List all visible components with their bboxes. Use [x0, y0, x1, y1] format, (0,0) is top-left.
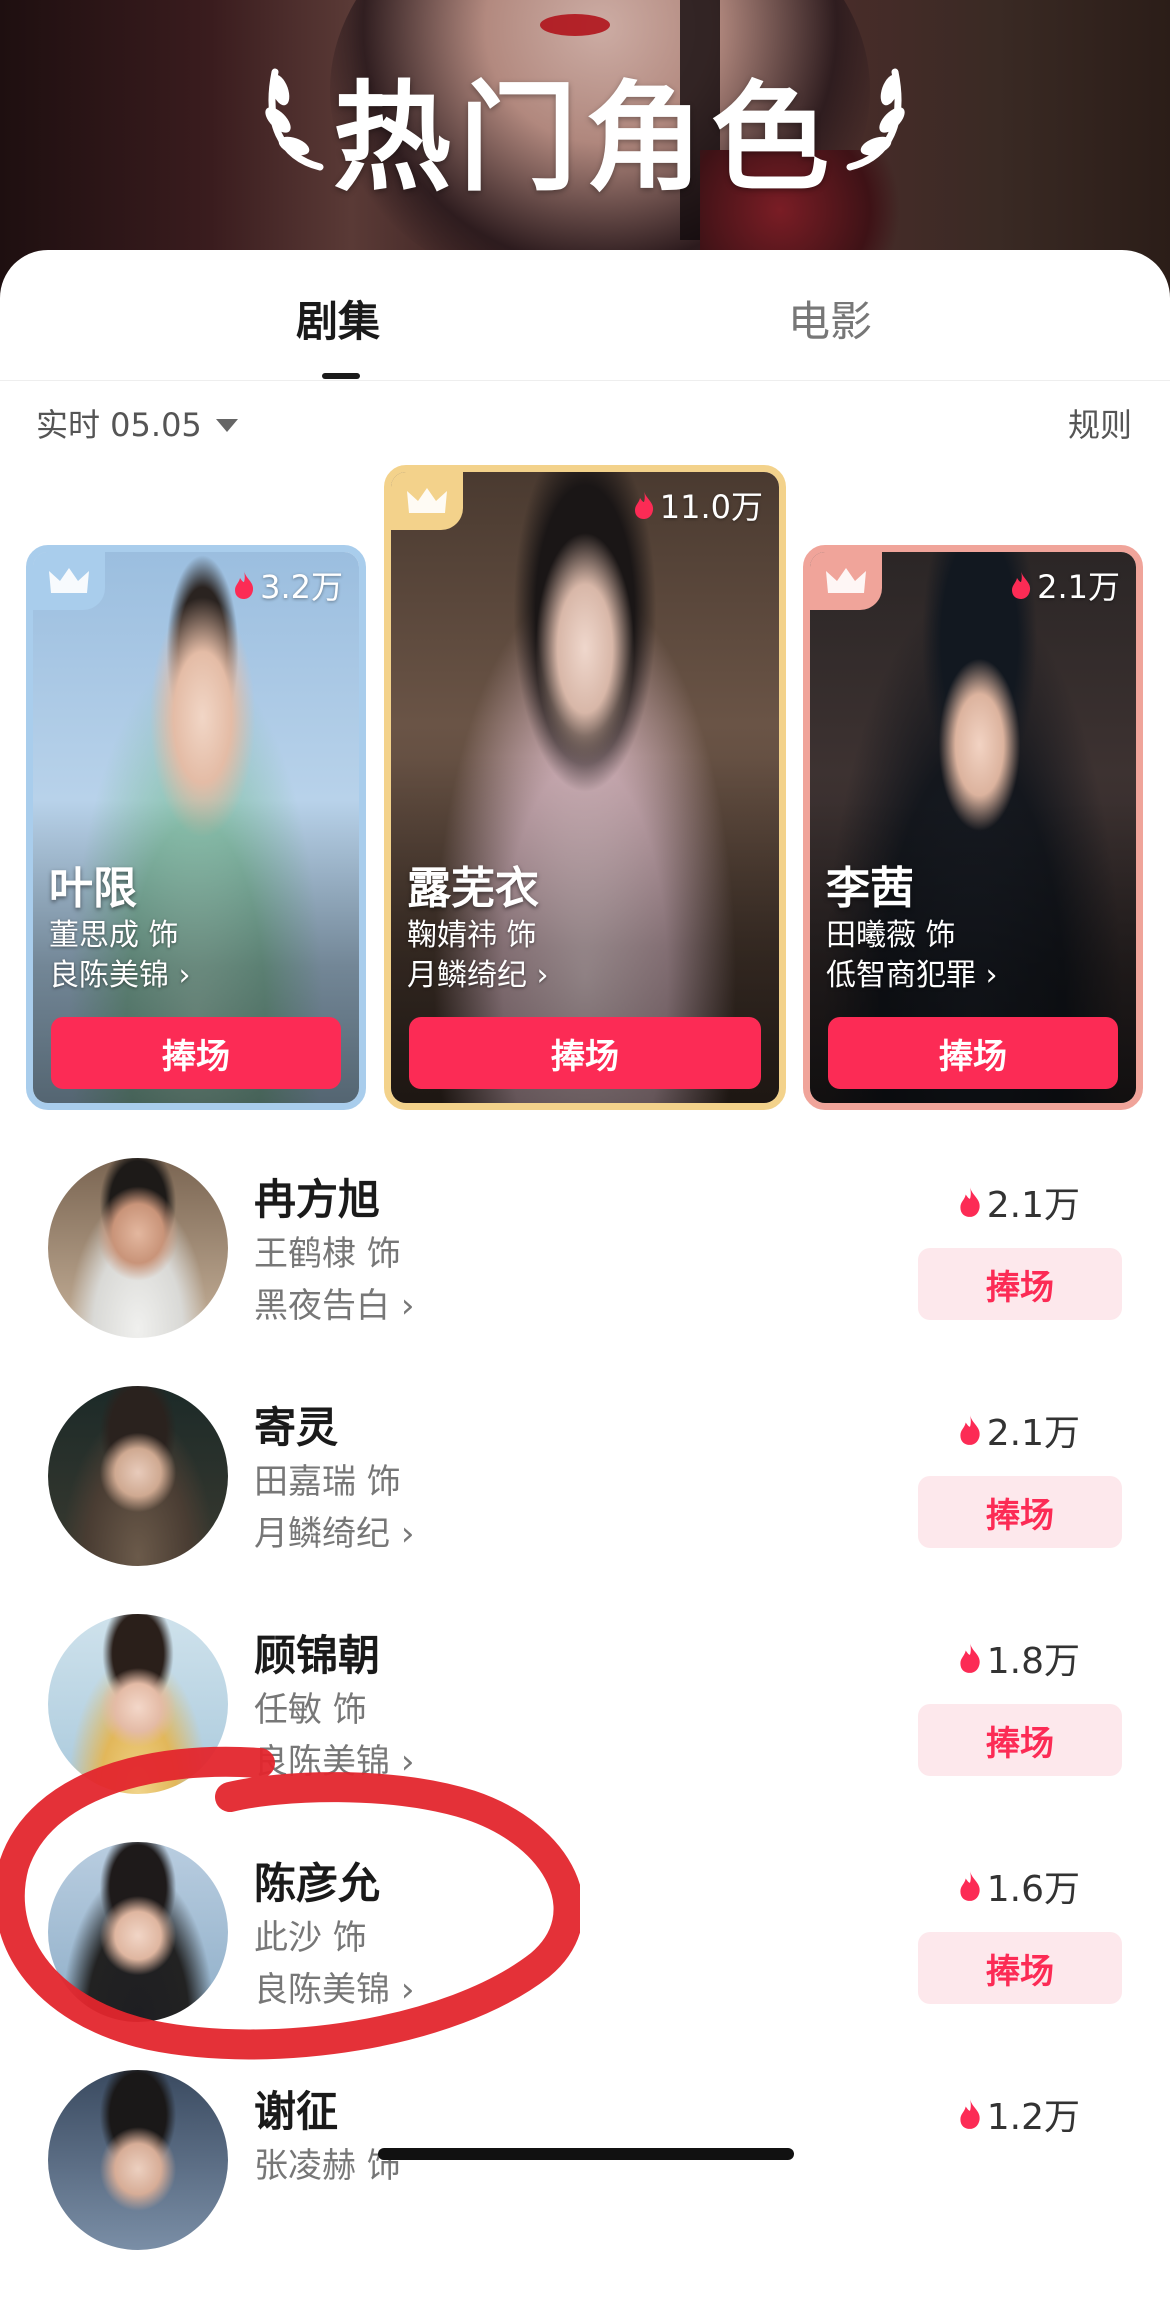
cheer-button[interactable]: 捧场	[918, 1476, 1122, 1548]
heat-label: 11.0万	[659, 488, 763, 526]
character-name: 陈彦允	[254, 1859, 381, 1908]
top-card-rank-3[interactable]: 2.1万 李茜 田曦薇 饰 低智商犯罪 › 捧场	[803, 545, 1143, 1110]
heat-value: 3.2万	[232, 562, 343, 608]
active-tab-indicator	[322, 373, 360, 379]
crown-icon	[407, 488, 447, 513]
tab-movie[interactable]: 电影	[788, 288, 872, 349]
home-indicator[interactable]	[378, 2148, 794, 2160]
top-card-rank-1[interactable]: 11.0万 露芜衣 鞠婧祎 饰 月鳞绮纪 › 捧场	[384, 465, 786, 1110]
character-name: 叶限	[49, 863, 137, 914]
heat-label: 3.2万	[260, 568, 343, 606]
flame-icon	[960, 2099, 980, 2129]
crown-icon	[49, 568, 89, 593]
chevron-right-icon: ›	[178, 958, 191, 993]
laurel-icon	[846, 68, 905, 171]
list-item[interactable]: 谢征 张凌赫 饰 1.2万	[0, 2070, 1170, 2298]
drama-link[interactable]: 良陈美锦 ›	[254, 1962, 414, 2011]
heat-value: 1.8万	[957, 1632, 1080, 1684]
drama-link[interactable]: 良陈美锦 ›	[254, 1734, 414, 1783]
actor-name: 田曦薇 饰	[826, 918, 956, 953]
rank-badge	[391, 472, 463, 530]
cheer-button[interactable]: 捧场	[409, 1017, 761, 1089]
cheer-button[interactable]: 捧场	[51, 1017, 341, 1089]
heat-label: 2.1万	[1037, 568, 1120, 606]
drama-link[interactable]: 良陈美锦 ›	[49, 950, 191, 994]
chevron-right-icon: ›	[400, 1286, 415, 1326]
avatar[interactable]	[48, 1386, 228, 1566]
drama-link[interactable]: 月鳞绮纪 ›	[254, 1506, 414, 1555]
chevron-right-icon: ›	[400, 1514, 415, 1554]
avatar[interactable]	[48, 1158, 228, 1338]
heat-label: 1.8万	[986, 1641, 1080, 1682]
rank-badge	[33, 552, 105, 610]
flame-icon	[960, 1187, 980, 1217]
flame-icon	[960, 1643, 980, 1673]
date-filter-label: 实时 05.05	[36, 406, 202, 444]
tab-divider	[0, 380, 1170, 381]
chevron-right-icon: ›	[536, 958, 549, 993]
rules-link[interactable]: 规则	[1068, 400, 1132, 446]
flame-icon	[235, 571, 254, 599]
drama-link[interactable]: 月鳞绮纪 ›	[407, 950, 549, 994]
actor-name: 王鹤棣 饰	[254, 1234, 401, 1274]
heat-label: 2.1万	[986, 1185, 1080, 1226]
list-item[interactable]: 寄灵 田嘉瑞 饰 月鳞绮纪 › 2.1万 捧场	[0, 1386, 1170, 1614]
character-name: 露芜衣	[407, 863, 539, 914]
caret-down-icon	[215, 418, 238, 432]
banner-lips	[540, 14, 610, 36]
flame-icon	[960, 1871, 980, 1901]
heat-value: 1.2万	[957, 2088, 1080, 2140]
flame-icon	[1012, 571, 1031, 599]
cheer-button[interactable]: 捧场	[828, 1017, 1118, 1089]
flame-icon	[634, 491, 653, 519]
drama-title: 月鳞绮纪	[254, 1514, 390, 1554]
chevron-right-icon: ›	[985, 958, 998, 993]
actor-name: 董思成 饰	[49, 918, 179, 953]
character-name: 李茜	[826, 863, 914, 914]
actor-name: 田嘉瑞 饰	[254, 1462, 401, 1502]
drama-title: 良陈美锦	[49, 958, 169, 993]
drama-title: 月鳞绮纪	[407, 958, 527, 993]
drama-title: 良陈美锦	[254, 1742, 390, 1782]
actor-name: 鞠婧祎 饰	[407, 918, 537, 953]
character-name: 寄灵	[254, 1403, 339, 1452]
heat-value: 2.1万	[957, 1176, 1080, 1228]
drama-link[interactable]: 黑夜告白 ›	[254, 1278, 414, 1327]
heat-value: 1.6万	[957, 1860, 1080, 1912]
heat-label: 1.6万	[986, 1869, 1080, 1910]
heat-value: 2.1万	[957, 1404, 1080, 1456]
cheer-button[interactable]: 捧场	[918, 1704, 1122, 1776]
chevron-right-icon: ›	[400, 1970, 415, 2010]
heat-value: 11.0万	[632, 482, 763, 528]
list-item[interactable]: 陈彦允 此沙 饰 良陈美锦 › 1.6万 捧场	[0, 1842, 1170, 2070]
drama-title: 低智商犯罪	[826, 958, 976, 993]
date-filter-dropdown[interactable]: 实时 05.05	[36, 400, 238, 446]
drama-link[interactable]: 低智商犯罪 ›	[826, 950, 998, 994]
avatar[interactable]	[48, 2070, 228, 2250]
drama-title: 良陈美锦	[254, 1970, 390, 2010]
character-name: 冉方旭	[254, 1175, 381, 1224]
page-title: 热门角色	[332, 69, 837, 207]
avatar[interactable]	[48, 1842, 228, 2022]
heat-label: 1.2万	[986, 2097, 1080, 2138]
list-item[interactable]: 顾锦朝 任敏 饰 良陈美锦 › 1.8万 捧场	[0, 1614, 1170, 1842]
character-name: 顾锦朝	[254, 1631, 381, 1680]
heat-label: 2.1万	[986, 1413, 1080, 1454]
tab-series[interactable]: 剧集	[296, 288, 380, 349]
top-card-rank-2[interactable]: 3.2万 叶限 董思成 饰 良陈美锦 › 捧场	[26, 545, 366, 1110]
cheer-button[interactable]: 捧场	[918, 1248, 1122, 1320]
avatar[interactable]	[48, 1614, 228, 1794]
actor-name: 张凌赫 饰	[254, 2146, 401, 2186]
flame-icon	[960, 1415, 980, 1445]
list-item[interactable]: 冉方旭 王鹤棣 饰 黑夜告白 › 2.1万 捧场	[0, 1158, 1170, 1386]
crown-icon	[826, 568, 866, 593]
chevron-right-icon: ›	[400, 1742, 415, 1782]
heat-value: 2.1万	[1009, 562, 1120, 608]
actor-name: 此沙 饰	[254, 1918, 367, 1958]
rank-badge	[810, 552, 882, 610]
drama-title: 黑夜告白	[254, 1286, 390, 1326]
character-name: 谢征	[254, 2087, 339, 2136]
cheer-button[interactable]: 捧场	[918, 1932, 1122, 2004]
actor-name: 任敏 饰	[254, 1690, 367, 1730]
